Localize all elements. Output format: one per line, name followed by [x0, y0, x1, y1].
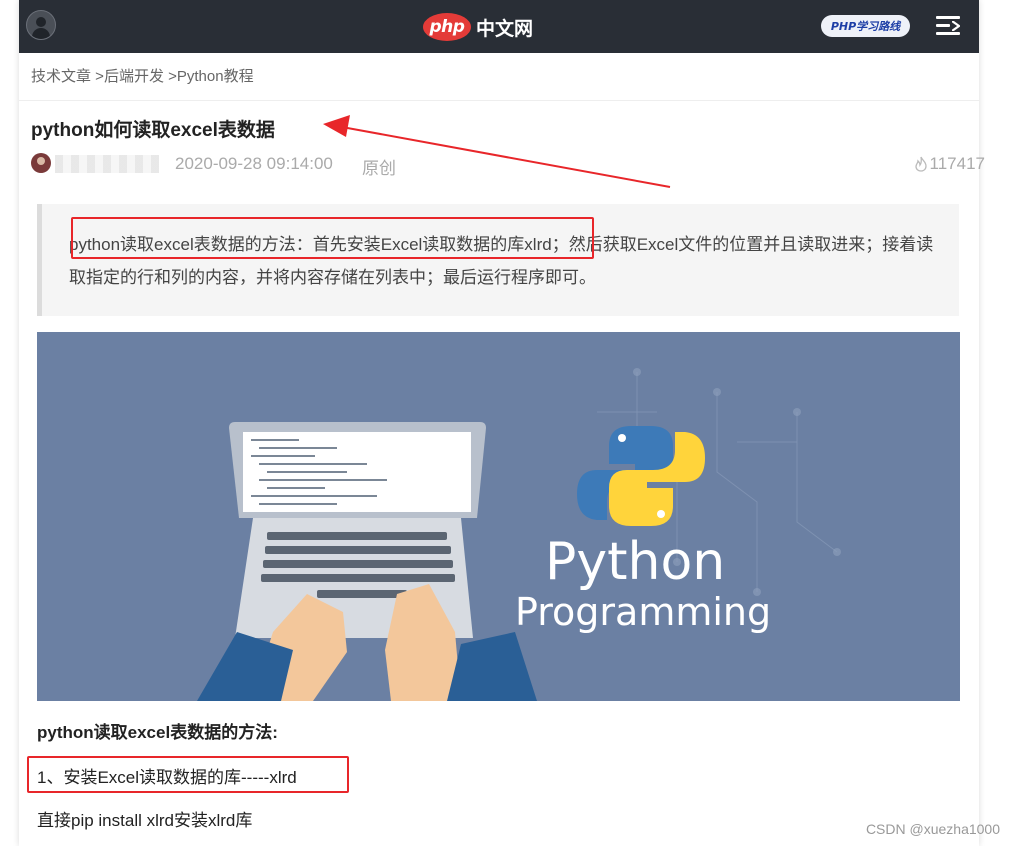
banner-title: Python	[545, 532, 726, 592]
author-name-blurred[interactable]	[55, 155, 159, 173]
php-route-button[interactable]: PHP学习路线	[821, 15, 910, 37]
user-avatar-icon[interactable]	[26, 10, 56, 40]
menu-icon[interactable]	[936, 15, 960, 37]
top-header: php 中文网 PHP学习路线	[19, 0, 979, 53]
csdn-watermark: CSDN @xuezha1000	[865, 821, 1000, 837]
divider	[19, 100, 979, 101]
laptop-illustration	[197, 368, 841, 701]
annotation-box-step1	[27, 756, 349, 793]
breadcrumb-item-backend[interactable]: 后端开发 >	[104, 68, 177, 85]
article-page: php 中文网 PHP学习路线 技术文章 >后端开发 >Python教程 pyt…	[19, 0, 985, 846]
author-avatar[interactable]	[31, 153, 51, 173]
php-logo-badge: php	[423, 13, 471, 41]
python-logo-icon	[577, 426, 705, 526]
view-count-value: 117417	[929, 154, 985, 173]
fire-icon	[914, 156, 927, 172]
article-banner-image: Python Programming	[37, 332, 960, 701]
site-logo[interactable]: php 中文网	[423, 12, 533, 42]
article-meta: 2020-09-28 09:14:00 原创 117417	[31, 152, 985, 178]
view-count: 117417	[914, 154, 985, 174]
article-title: python如何读取excel表数据	[31, 120, 275, 141]
banner-subtitle: Programming	[515, 590, 772, 634]
annotation-box-summary	[71, 217, 594, 259]
breadcrumb: 技术文章 >后端开发 >Python教程	[31, 65, 254, 86]
breadcrumb-item-python[interactable]: Python教程	[177, 68, 254, 85]
breadcrumb-item-tech-articles[interactable]: 技术文章 >	[31, 68, 104, 85]
article-type-label: 原创	[362, 159, 396, 178]
site-name: 中文网	[476, 17, 534, 40]
step-1-description: 直接pip install xlrd安装xlrd库	[37, 811, 253, 830]
section-heading: python读取excel表数据的方法:	[37, 723, 278, 742]
publish-date: 2020-09-28 09:14:00	[175, 154, 333, 173]
